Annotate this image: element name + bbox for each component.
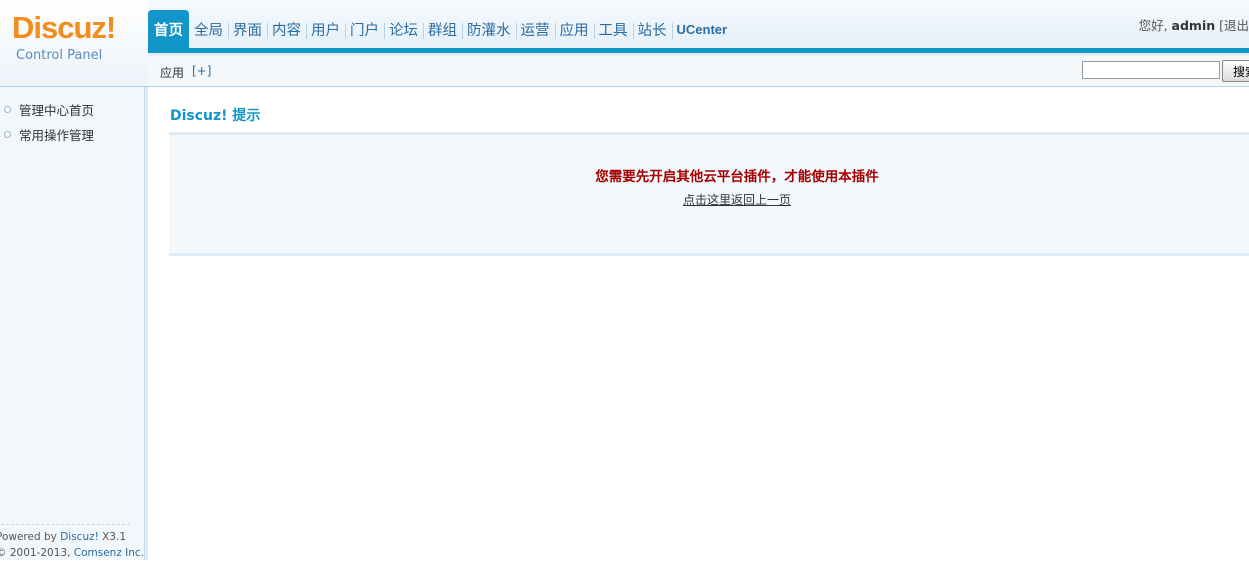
main-nav: 首页 全局 界面 内容 用户 门户 论坛 群组 防灌水 运营 应用 工具 站长 …	[148, 10, 732, 48]
footer-line-2: © 2001-2013, Comsenz Inc.	[0, 545, 144, 561]
footer-line-1: Powered by Discuz! X3.1	[0, 529, 130, 545]
logo-subtitle: Control Panel	[16, 48, 103, 63]
header: Discuz! Control Panel 首页 全局 界面 内容 用户 门户 …	[0, 0, 1249, 87]
footer-version: X3.1	[98, 531, 127, 543]
nav-underline	[148, 48, 1249, 53]
nav-tab-plugin[interactable]: 应用	[554, 10, 594, 48]
bullet-icon	[4, 131, 11, 138]
sidebar-item-admin-home[interactable]: 管理中心首页	[4, 100, 94, 119]
search-input[interactable]	[1082, 61, 1220, 79]
nav-tab-global[interactable]: 全局	[189, 10, 228, 48]
nav-tab-portal[interactable]: 门户	[345, 10, 384, 48]
breadcrumb-current: 应用	[160, 66, 185, 80]
sidebar-item-custom-menu[interactable]: 常用操作管理	[4, 125, 94, 144]
nav-tab-extended[interactable]: 运营	[515, 10, 555, 48]
logo[interactable]: Discuz! Control Panel	[0, 0, 148, 86]
sidebar-item-label: 管理中心首页	[19, 103, 95, 118]
sidebar-item-label: 常用操作管理	[19, 128, 95, 143]
user-info: 您好, admin [退出	[1139, 15, 1249, 34]
nav-tab-home[interactable]: 首页	[148, 10, 189, 48]
page-title: Discuz! 提示	[170, 108, 261, 124]
add-shortcut-button[interactable]: [+]	[192, 64, 211, 78]
sub-bar: 应用 [+] 搜索	[148, 56, 1249, 86]
footer-text: Powered by	[0, 531, 61, 543]
nav-tab-forum[interactable]: 论坛	[384, 10, 423, 48]
bullet-icon	[4, 106, 11, 113]
sidebar: 管理中心首页 常用操作管理 Powered by Discuz! X3.1 © …	[0, 87, 145, 560]
search-button[interactable]: 搜索	[1222, 60, 1249, 82]
discuz-link[interactable]: Discuz!	[60, 531, 99, 543]
error-message: 您需要先开启其他云平台插件，才能使用本插件	[595, 169, 879, 185]
nav-tab-user[interactable]: 用户	[306, 10, 345, 48]
nav-tab-founder[interactable]: 站长	[632, 10, 672, 48]
main-content: Discuz! 提示 您需要先开启其他云平台插件，才能使用本插件 点击这里返回上…	[148, 87, 1249, 560]
nav-tab-tools[interactable]: 工具	[593, 10, 633, 48]
nav-tab-group[interactable]: 群组	[423, 10, 462, 48]
logo-text: Discuz!	[12, 10, 116, 45]
username: admin	[1171, 18, 1216, 33]
nav-tab-content[interactable]: 内容	[267, 10, 306, 48]
comsenz-link[interactable]: Comsenz Inc.	[74, 547, 144, 559]
nav-tab-ucenter[interactable]: UCenter	[671, 10, 733, 48]
greeting: 您好,	[1138, 18, 1172, 33]
message-box: 您需要先开启其他云平台插件，才能使用本插件 点击这里返回上一页	[169, 132, 1249, 256]
back-link[interactable]: 点击这里返回上一页	[169, 191, 1249, 208]
footer: Powered by Discuz! X3.1 © 2001-2013, Com…	[0, 524, 144, 561]
nav-tab-style[interactable]: 界面	[228, 10, 267, 48]
logout-link[interactable]: [退出	[1215, 18, 1249, 33]
footer-copyright: © 2001-2013,	[0, 547, 74, 559]
nav-tab-safe[interactable]: 防灌水	[462, 10, 516, 48]
